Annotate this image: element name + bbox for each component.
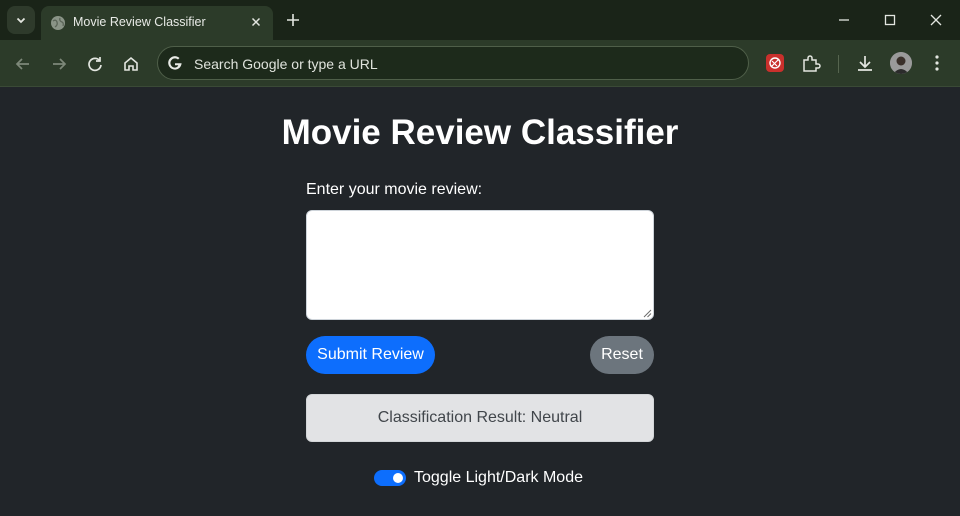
theme-toggle-switch[interactable] [374,470,406,486]
download-icon[interactable] [854,52,876,74]
tab-title: Movie Review Classifier [73,15,206,29]
new-tab-plus-icon[interactable] [283,10,303,30]
browser-toolbar: Search Google or type a URL [0,40,960,87]
review-textarea[interactable] [306,210,654,320]
page-content: Movie Review Classifier Enter your movie… [0,87,960,516]
profile-photo-icon [890,52,912,74]
more-menu-icon[interactable] [926,52,948,74]
maximize-icon[interactable] [878,8,902,32]
extensions-puzzle-icon[interactable] [800,52,822,74]
title-bar: Movie Review Classifier [0,0,960,40]
toolbar-divider [838,55,839,73]
window-close-icon[interactable] [924,8,948,32]
google-g-icon [168,56,182,70]
reset-button[interactable]: Reset [590,336,654,374]
reload-icon[interactable] [83,52,107,76]
address-bar-placeholder: Search Google or type a URL [194,56,378,72]
classification-result: Classification Result: Neutral [306,394,654,442]
browser-tab[interactable]: Movie Review Classifier [41,6,273,40]
submit-review-button[interactable]: Submit Review [306,336,435,374]
resize-grip-icon[interactable] [643,309,652,318]
minimize-icon[interactable] [832,8,856,32]
theme-toggle-label[interactable]: Toggle Light/Dark Mode [414,469,583,487]
address-bar[interactable]: Search Google or type a URL [157,46,749,80]
page-title: Movie Review Classifier [281,113,679,152]
tab-search-button[interactable] [7,6,35,34]
close-tab-icon[interactable] [248,14,264,30]
profile-avatar[interactable] [890,52,912,74]
chevron-down-icon [16,17,26,24]
forward-arrow-icon[interactable] [47,52,71,76]
theme-toggle-row: Toggle Light/Dark Mode [374,468,583,488]
browser-window: Movie Review Classifier Search Google or… [0,0,960,516]
review-label: Enter your movie review: [306,181,483,198]
classification-result-text: Classification Result: Neutral [377,409,583,426]
extension-red-icon[interactable] [764,52,786,74]
globe-icon [51,16,65,30]
home-icon[interactable] [119,52,143,76]
switch-knob [393,473,403,483]
back-arrow-icon[interactable] [11,52,35,76]
